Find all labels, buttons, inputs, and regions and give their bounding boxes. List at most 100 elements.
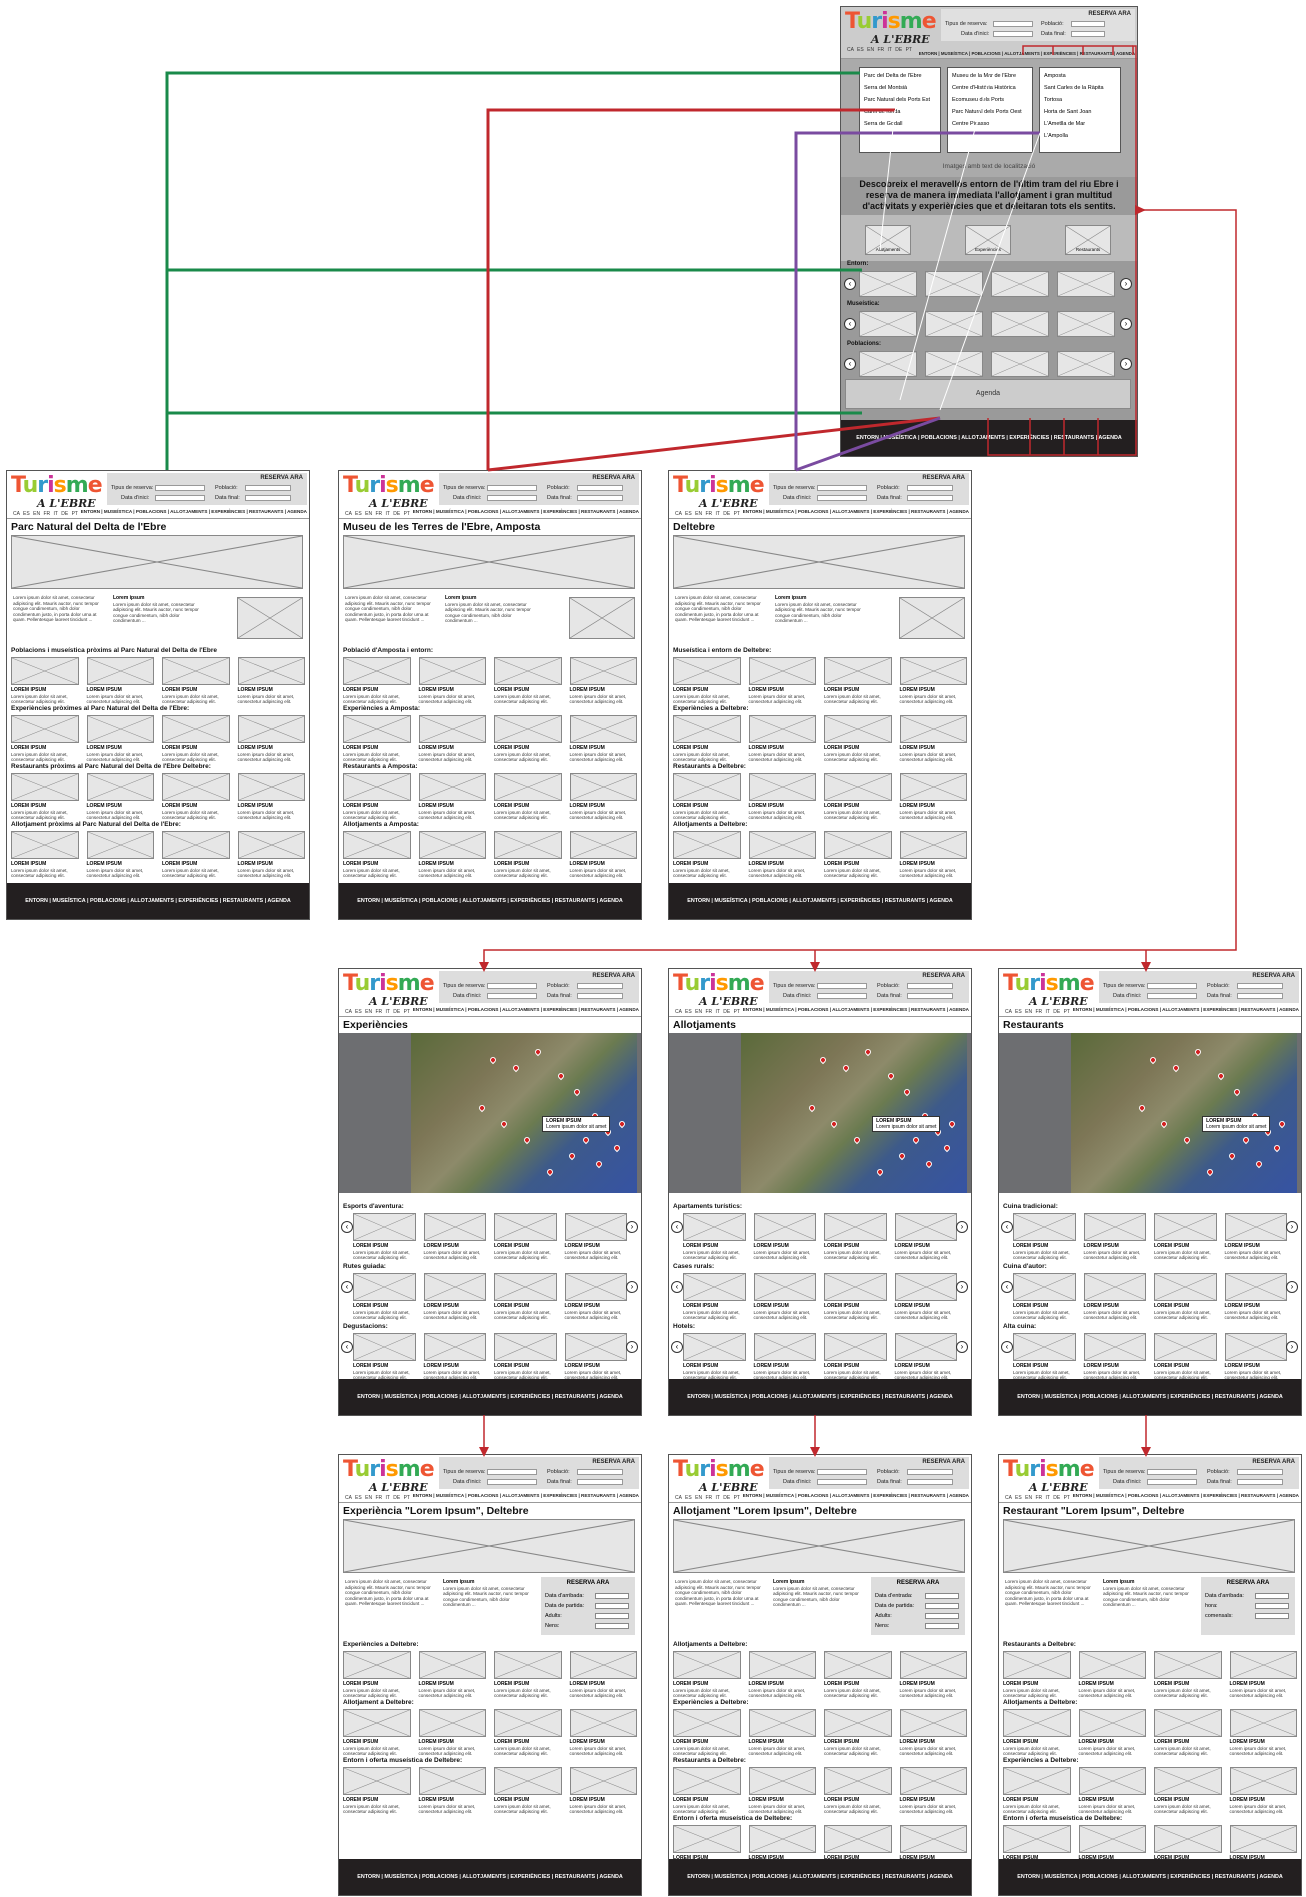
- card-image[interactable]: [753, 1213, 816, 1241]
- card-image[interactable]: [569, 1651, 637, 1679]
- menu-item[interactable]: Museu de la Mar de l'Ebre: [952, 70, 1028, 82]
- card-image[interactable]: [899, 1825, 967, 1853]
- main-nav[interactable]: ENTORN | MUSEÍSTICA | POBLACIONS | ALLOT…: [919, 51, 1135, 56]
- card-image[interactable]: [494, 1273, 557, 1301]
- card-image[interactable]: [494, 1651, 562, 1679]
- language-selector[interactable]: CA ES EN FR IT DE PT: [1005, 1495, 1070, 1501]
- booking-field[interactable]: [1255, 1593, 1289, 1599]
- card-image[interactable]: [11, 657, 79, 685]
- main-nav[interactable]: ENTORN | MUSEÍSTICA | POBLACIONS | ALLOT…: [413, 509, 639, 514]
- card-image[interactable]: [162, 831, 230, 859]
- main-nav[interactable]: ENTORN | MUSEÍSTICA | POBLACIONS | ALLOT…: [743, 509, 969, 514]
- card-image[interactable]: [353, 1213, 416, 1241]
- card-image[interactable]: [1078, 1767, 1146, 1795]
- main-nav[interactable]: ENTORN | MUSEÍSTICA | POBLACIONS | ALLOT…: [1073, 1493, 1299, 1498]
- menu-item[interactable]: Serra de Godall: [864, 118, 936, 130]
- card-image[interactable]: [569, 773, 637, 801]
- card-image[interactable]: [418, 1651, 486, 1679]
- card-image[interactable]: [237, 773, 305, 801]
- carousel-prev-button[interactable]: ‹: [341, 1221, 353, 1233]
- booking-field[interactable]: [595, 1623, 629, 1629]
- card-image[interactable]: [1083, 1213, 1146, 1241]
- card-image[interactable]: [418, 1767, 486, 1795]
- card-image[interactable]: [343, 715, 411, 743]
- carousel-next-button[interactable]: ›: [1120, 358, 1132, 370]
- card-image[interactable]: [1154, 1273, 1217, 1301]
- card-image[interactable]: [86, 715, 154, 743]
- card-image[interactable]: [899, 831, 967, 859]
- type-select[interactable]: [1147, 1469, 1197, 1475]
- end-date-field[interactable]: [907, 495, 953, 501]
- card-image[interactable]: [673, 657, 741, 685]
- card-image[interactable]: [1083, 1273, 1146, 1301]
- card-image[interactable]: [1154, 1651, 1222, 1679]
- card-image[interactable]: [343, 1709, 411, 1737]
- card-image[interactable]: [11, 715, 79, 743]
- carousel-prev-button[interactable]: ‹: [671, 1221, 683, 1233]
- card-image[interactable]: [748, 831, 816, 859]
- carousel-next-button[interactable]: ›: [956, 1281, 968, 1293]
- card-image[interactable]: [353, 1333, 416, 1361]
- carousel-card[interactable]: [925, 271, 983, 297]
- card-image[interactable]: [162, 773, 230, 801]
- carousel-card[interactable]: [859, 271, 917, 297]
- card-image[interactable]: [1154, 1825, 1222, 1853]
- town-select[interactable]: [577, 485, 623, 491]
- carousel-prev-button[interactable]: ‹: [844, 278, 856, 290]
- carousel-card[interactable]: [1057, 271, 1115, 297]
- card-image[interactable]: [1229, 1825, 1297, 1853]
- card-image[interactable]: [683, 1333, 746, 1361]
- footer-nav[interactable]: ENTORN | MUSEÍSTICA | POBLACIONS | ALLOT…: [339, 883, 641, 919]
- card-image[interactable]: [1078, 1825, 1146, 1853]
- card-image[interactable]: [673, 1709, 741, 1737]
- start-date-field[interactable]: [817, 1479, 867, 1485]
- carousel-card[interactable]: [925, 311, 983, 337]
- card-image[interactable]: [824, 1709, 892, 1737]
- carousel-card[interactable]: [859, 311, 917, 337]
- main-nav[interactable]: ENTORN | MUSEÍSTICA | POBLACIONS | ALLOT…: [743, 1493, 969, 1498]
- card-image[interactable]: [237, 715, 305, 743]
- menu-item[interactable]: Parc Natural dels Ports Oest: [952, 106, 1028, 118]
- carousel-card[interactable]: [1057, 311, 1115, 337]
- carousel-card[interactable]: [1057, 351, 1115, 377]
- carousel-next-button[interactable]: ›: [956, 1221, 968, 1233]
- end-date-field[interactable]: [245, 495, 291, 501]
- card-image[interactable]: [1154, 1709, 1222, 1737]
- type-select[interactable]: [1147, 983, 1197, 989]
- footer-nav[interactable]: ENTORN | MUSEÍSTICA | POBLACIONS | ALLOT…: [669, 883, 971, 919]
- booking-field[interactable]: [595, 1593, 629, 1599]
- card-image[interactable]: [1154, 1213, 1217, 1241]
- card-image[interactable]: [569, 715, 637, 743]
- town-select[interactable]: [1237, 1469, 1283, 1475]
- menu-item[interactable]: Centre Picasso: [952, 118, 1028, 130]
- carousel-card[interactable]: [991, 351, 1049, 377]
- card-image[interactable]: [569, 1767, 637, 1795]
- booking-field[interactable]: [595, 1613, 629, 1619]
- footer-nav[interactable]: ENTORN | MUSEÍSTICA | POBLACIONS | ALLOT…: [339, 1859, 641, 1895]
- type-select[interactable]: [817, 983, 867, 989]
- card-image[interactable]: [237, 657, 305, 685]
- start-date-field[interactable]: [155, 495, 205, 501]
- card-image[interactable]: [673, 1767, 741, 1795]
- footer-nav[interactable]: ENTORN | MUSEÍSTICA | POBLACIONS | ALLOT…: [7, 883, 309, 919]
- carousel-next-button[interactable]: ›: [626, 1221, 638, 1233]
- town-select[interactable]: [577, 1469, 623, 1475]
- type-select[interactable]: [487, 1469, 537, 1475]
- language-selector[interactable]: CA ES EN FR IT DE PT: [675, 511, 740, 517]
- start-date-field[interactable]: [817, 993, 867, 999]
- map[interactable]: [741, 1033, 967, 1193]
- start-date-field[interactable]: [1147, 993, 1197, 999]
- card-image[interactable]: [569, 1709, 637, 1737]
- town-select[interactable]: [907, 1469, 953, 1475]
- booking-field[interactable]: [1255, 1613, 1289, 1619]
- carousel-prev-button[interactable]: ‹: [1001, 1221, 1013, 1233]
- type-select[interactable]: [817, 1469, 867, 1475]
- town-select[interactable]: [577, 983, 623, 989]
- card-image[interactable]: [11, 773, 79, 801]
- card-image[interactable]: [824, 1213, 887, 1241]
- card-image[interactable]: [353, 1273, 416, 1301]
- card-image[interactable]: [418, 773, 486, 801]
- carousel-prev-button[interactable]: ‹: [1001, 1341, 1013, 1353]
- card-image[interactable]: [1154, 1767, 1222, 1795]
- card-image[interactable]: [824, 657, 892, 685]
